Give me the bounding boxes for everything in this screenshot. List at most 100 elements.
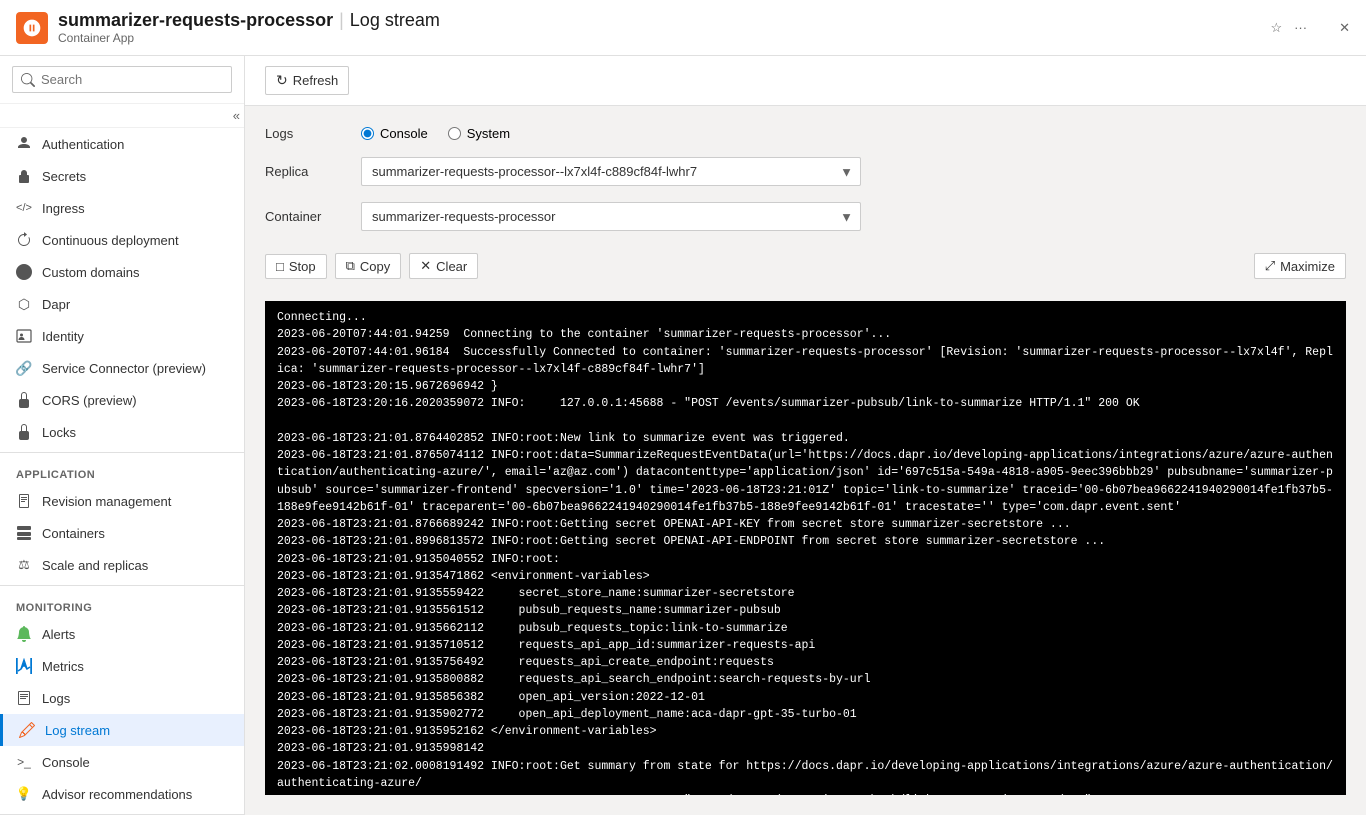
- alerts-icon: [16, 626, 32, 642]
- close-icon[interactable]: ✕: [1339, 20, 1350, 36]
- maximize-label: Maximize: [1280, 259, 1335, 274]
- identity-icon: [16, 328, 32, 344]
- clear-icon: ✕: [420, 258, 431, 274]
- system-option-text: System: [467, 126, 510, 141]
- sidebar-item-scale-and-replicas[interactable]: ⚖ Scale and replicas: [0, 549, 244, 581]
- console-icon: >_: [16, 754, 32, 770]
- container-field-label: Container: [265, 209, 345, 224]
- scale-and-replicas-label: Scale and replicas: [42, 558, 148, 573]
- maximize-button[interactable]: ⤢ Maximize: [1254, 253, 1346, 279]
- page-name: Log stream: [350, 10, 440, 31]
- main-content-area: ↻ Refresh Logs Console System: [245, 56, 1366, 815]
- sidebar-item-advisor-recommendations[interactable]: 💡 Advisor recommendations: [0, 778, 244, 810]
- console-option-text: Console: [380, 126, 428, 141]
- sidebar-item-logs[interactable]: Logs: [0, 682, 244, 714]
- main-layout: « Authentication Secrets </> Ingress Con…: [0, 56, 1366, 815]
- app-icon: [16, 12, 48, 44]
- monitoring-section: Monitoring: [0, 590, 244, 618]
- ingress-label: Ingress: [42, 201, 85, 216]
- sidebar-item-revision-management[interactable]: Revision management: [0, 485, 244, 517]
- log-stream-icon: [19, 722, 35, 738]
- refresh-label: Refresh: [293, 73, 339, 88]
- sidebar-item-secrets[interactable]: Secrets: [0, 160, 244, 192]
- search-input[interactable]: [12, 66, 232, 93]
- sidebar-item-authentication[interactable]: Authentication: [0, 128, 244, 160]
- container-field-row: Container summarizer-requests-processor …: [265, 202, 1346, 231]
- stop-button[interactable]: □ Stop: [265, 254, 327, 279]
- replica-dropdown[interactable]: summarizer-requests-processor--lx7xl4f-c…: [361, 157, 861, 186]
- containers-label: Containers: [42, 526, 105, 541]
- sidebar-item-containers[interactable]: Containers: [0, 517, 244, 549]
- cors-label: CORS (preview): [42, 393, 137, 408]
- copy-button[interactable]: ⧉ Copy: [335, 253, 402, 279]
- refresh-icon: ↻: [276, 72, 288, 89]
- ingress-icon: </>: [16, 200, 32, 216]
- sidebar-item-service-connector[interactable]: 🔗 Service Connector (preview): [0, 352, 244, 384]
- clear-label: Clear: [436, 259, 467, 274]
- service-connector-label: Service Connector (preview): [42, 361, 206, 376]
- copy-icon: ⧉: [346, 258, 355, 274]
- revision-management-icon: [16, 493, 32, 509]
- logs-field-row: Logs Console System: [265, 126, 1346, 141]
- scale-icon: ⚖: [16, 557, 32, 573]
- app-name: summarizer-requests-processor: [58, 10, 333, 31]
- replica-dropdown-wrapper: summarizer-requests-processor--lx7xl4f-c…: [361, 157, 861, 186]
- console-radio[interactable]: [361, 127, 374, 140]
- application-section: Application: [0, 457, 244, 485]
- locks-icon: [16, 424, 32, 440]
- log-stream-label: Log stream: [45, 723, 110, 738]
- dapr-label: Dapr: [42, 297, 70, 312]
- container-dropdown-wrapper: summarizer-requests-processor ▼: [361, 202, 861, 231]
- container-dropdown[interactable]: summarizer-requests-processor: [361, 202, 861, 231]
- sidebar-item-locks[interactable]: Locks: [0, 416, 244, 448]
- sidebar-search-container: [0, 56, 244, 104]
- console-label: Console: [42, 755, 90, 770]
- system-radio-label[interactable]: System: [448, 126, 510, 141]
- sidebar-item-continuous-deployment[interactable]: Continuous deployment: [0, 224, 244, 256]
- cors-icon: [16, 392, 32, 408]
- sidebar-item-log-stream[interactable]: Log stream: [0, 714, 244, 746]
- sidebar-item-ingress[interactable]: </> Ingress: [0, 192, 244, 224]
- secrets-icon: [16, 168, 32, 184]
- maximize-icon: ⤢: [1265, 258, 1275, 274]
- sidebar: « Authentication Secrets </> Ingress Con…: [0, 56, 245, 815]
- logs-radio-group: Console System: [361, 126, 510, 141]
- title-bar: summarizer-requests-processor | Log stre…: [0, 0, 1366, 56]
- more-icon[interactable]: ···: [1294, 20, 1307, 35]
- alerts-label: Alerts: [42, 627, 75, 642]
- stop-icon: □: [276, 259, 284, 274]
- logs-label: Logs: [42, 691, 70, 706]
- replica-field-row: Replica summarizer-requests-processor--l…: [265, 157, 1346, 186]
- logs-icon: [16, 690, 32, 706]
- title-actions: ☆ ··· ✕: [1270, 20, 1350, 36]
- console-radio-label[interactable]: Console: [361, 126, 428, 141]
- dapr-icon: ⬡: [16, 296, 32, 312]
- sidebar-item-metrics[interactable]: Metrics: [0, 650, 244, 682]
- custom-domains-icon: [16, 264, 32, 280]
- custom-domains-label: Custom domains: [42, 265, 140, 280]
- log-toolbar: □ Stop ⧉ Copy ✕ Clear ⤢ Maximize: [265, 247, 1346, 285]
- app-subtitle: Container App: [58, 31, 440, 45]
- sidebar-item-cors[interactable]: CORS (preview): [0, 384, 244, 416]
- main-toolbar: ↻ Refresh: [245, 56, 1366, 106]
- system-radio[interactable]: [448, 127, 461, 140]
- sidebar-item-dapr[interactable]: ⬡ Dapr: [0, 288, 244, 320]
- sidebar-item-custom-domains[interactable]: Custom domains: [0, 256, 244, 288]
- sidebar-collapse-button[interactable]: «: [0, 104, 244, 128]
- authentication-icon: [16, 136, 32, 152]
- sidebar-item-console[interactable]: >_ Console: [0, 746, 244, 778]
- sidebar-item-alerts[interactable]: Alerts: [0, 618, 244, 650]
- favorite-icon[interactable]: ☆: [1270, 20, 1282, 36]
- log-area[interactable]: Connecting... 2023-06-20T07:44:01.94259 …: [265, 301, 1346, 795]
- sidebar-item-identity[interactable]: Identity: [0, 320, 244, 352]
- title-text: summarizer-requests-processor | Log stre…: [58, 10, 440, 45]
- title-separator: |: [339, 10, 344, 31]
- refresh-button[interactable]: ↻ Refresh: [265, 66, 349, 95]
- locks-label: Locks: [42, 425, 76, 440]
- metrics-label: Metrics: [42, 659, 84, 674]
- continuous-deployment-label: Continuous deployment: [42, 233, 179, 248]
- logs-field-label: Logs: [265, 126, 345, 141]
- revision-management-label: Revision management: [42, 494, 171, 509]
- advisor-recommendations-label: Advisor recommendations: [42, 787, 192, 802]
- clear-button[interactable]: ✕ Clear: [409, 253, 478, 279]
